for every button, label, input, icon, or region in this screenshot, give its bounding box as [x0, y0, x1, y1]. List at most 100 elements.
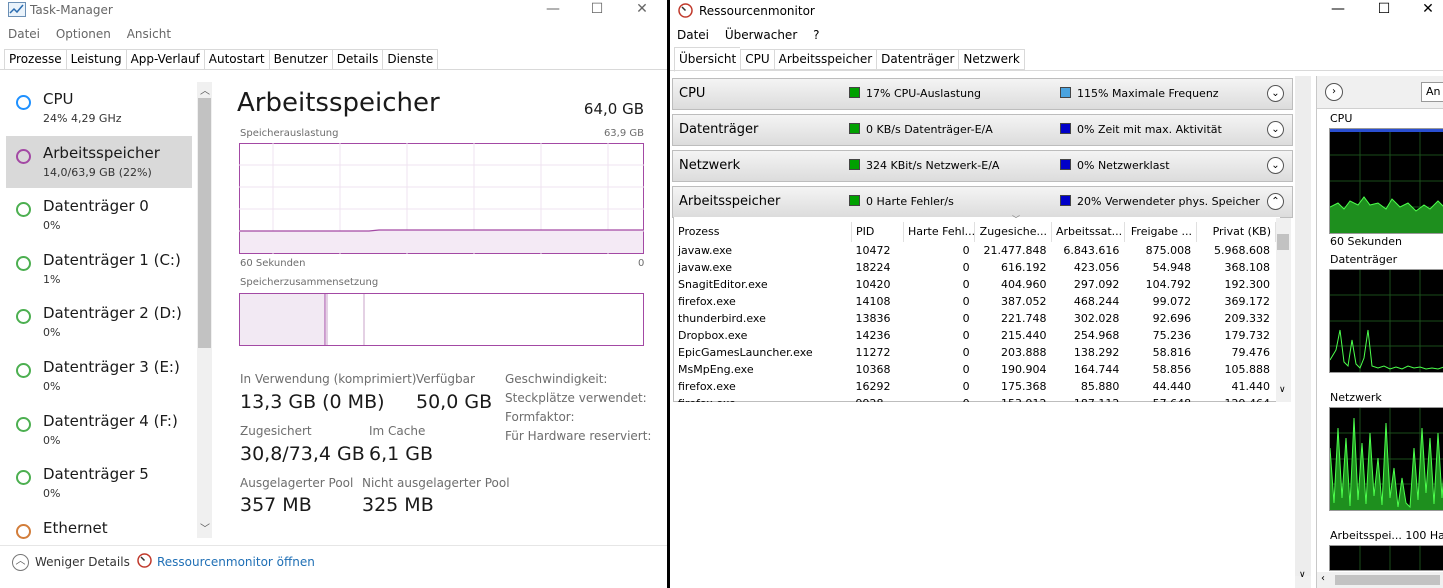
sidebar-item-2[interactable]: Arbeitsspeicher 14,0/63,9 GB (22%) — [6, 136, 192, 188]
chevron-icon[interactable]: ⌄ — [1267, 121, 1284, 138]
section-header-3[interactable]: Netzwerk 324 KBit/s Netzwerk-E/A 0% Netzwe… — [672, 150, 1293, 182]
scrollbar-thumb[interactable] — [1295, 76, 1311, 576]
task-manager-window: Task-Manager — ☐ ✕ Datei Optionen Ansich… — [0, 0, 667, 588]
minimize-button[interactable]: — — [531, 0, 575, 20]
chevron-icon[interactable]: ⌄ — [1267, 85, 1284, 102]
main-scrollbar[interactable]: ∨ — [1295, 76, 1311, 588]
scroll-left-icon[interactable]: ‹ — [1321, 573, 1325, 584]
scrollbar-thumb[interactable] — [198, 98, 211, 348]
tab-details[interactable]: Details — [331, 49, 383, 70]
graph-panel-hscrollbar[interactable]: ‹ — [1317, 572, 1443, 588]
column-header-7[interactable]: Privat (KB) — [1197, 222, 1276, 242]
tab-autostart[interactable]: Autostart — [203, 49, 269, 70]
sidebar-item-7[interactable]: Datenträger 4 (F:) 0% — [6, 404, 192, 456]
menu-optionen[interactable]: Optionen — [56, 27, 111, 41]
table-row[interactable]: Dropbox.exe 14236 0 215.440 254.968 75.236 179… — [674, 327, 1274, 344]
status-circle-icon — [16, 363, 31, 378]
open-resource-monitor-link[interactable]: Ressourcenmonitor öffnen — [157, 555, 315, 569]
table-cell: 616.192 — [1001, 261, 1047, 274]
menu-ansicht[interactable]: Ansicht — [127, 27, 171, 41]
menu-datei[interactable]: Datei — [677, 28, 709, 42]
column-header-2[interactable]: PID — [852, 222, 904, 242]
close-button[interactable]: ✕ — [620, 0, 664, 20]
scroll-down-icon[interactable]: ∨ — [1279, 385, 1286, 395]
maximize-button[interactable]: ☐ — [575, 0, 619, 20]
table-row[interactable]: SnagitEditor.exe 10420 0 404.960 297.092 104.… — [674, 276, 1274, 293]
tab-uebersicht[interactable]: Übersicht — [674, 47, 741, 72]
table-row[interactable]: javaw.exe 10472 0 21.477.848 6.843.616 875.00… — [674, 242, 1274, 259]
table-cell: 11272 — [855, 346, 891, 359]
indicator-1: 0 Harte Fehler/s — [849, 195, 954, 208]
menu-datei[interactable]: Datei — [8, 27, 40, 41]
tab-prozesse[interactable]: Prozesse — [4, 49, 66, 70]
tab-netzwerk[interactable]: Netzwerk — [958, 49, 1025, 70]
table-cell: 85.880 — [1080, 380, 1120, 393]
chevron-icon[interactable]: ⌃ — [1267, 193, 1284, 210]
table-row[interactable]: firefox.exe 16292 0 175.368 85.880 44.440 41.4… — [674, 378, 1274, 395]
menu-ueberwacher[interactable]: Überwacher — [725, 28, 797, 42]
column-header-6[interactable]: Freigabe ... — [1125, 222, 1197, 242]
expand-arrow-icon[interactable]: › — [1325, 83, 1343, 101]
table-cell: 5.968.608 — [1214, 244, 1270, 257]
table-cell: 190.904 — [1001, 363, 1047, 376]
table-cell: EpicGamesLauncher.exe — [678, 346, 813, 359]
scroll-down-icon[interactable]: ﹀ — [200, 520, 210, 535]
scroll-down-icon[interactable]: ∨ — [1299, 570, 1306, 580]
minimize-button[interactable]: — — [1316, 0, 1360, 20]
section-header-4[interactable]: Arbeitsspeicher 0 Harte Fehler/s 20% Verwe… — [672, 186, 1293, 218]
fewer-details-link[interactable]: Weniger Details — [35, 555, 130, 569]
collapse-chevron-icon[interactable]: ︿ — [12, 554, 29, 571]
sidebar-item-label: Datenträger 3 (E:) — [43, 358, 180, 376]
tab-arbeitsspeicher[interactable]: Arbeitsspeicher — [773, 49, 877, 70]
table-cell: 10420 — [855, 278, 891, 291]
table-cell: 0 — [962, 380, 970, 393]
nonpaged-pool-value: 325 MB — [362, 494, 434, 516]
table-cell: 41.440 — [1231, 380, 1271, 393]
table-row[interactable]: firefox.exe 14108 0 387.052 468.244 99.072 369… — [674, 293, 1274, 310]
table-row[interactable]: thunderbird.exe 13836 0 221.748 302.028 92.69… — [674, 310, 1274, 327]
sidebar-item-sublabel: 14,0/63,9 GB (22%) — [43, 166, 152, 179]
section-header-2[interactable]: Datenträger 0 KB/s Datenträger-E/A 0% Zeit… — [672, 114, 1293, 146]
table-row[interactable]: EpicGamesLauncher.exe 11272 0 203.888 138.29… — [674, 344, 1274, 361]
tab-app-verlauf[interactable]: App-Verlauf — [125, 49, 204, 70]
tab-benutzer[interactable]: Benutzer — [268, 49, 332, 70]
disk-graph — [1329, 269, 1443, 373]
indicator-swatch — [1060, 123, 1071, 134]
column-header-5[interactable]: Arbeitssat... — [1052, 222, 1125, 242]
table-row[interactable]: MsMpEng.exe 10368 0 190.904 164.744 58.856 105… — [674, 361, 1274, 378]
sidebar-item-3[interactable]: Datenträger 0 0% — [6, 189, 192, 241]
sidebar-item-sublabel: 24% 4,29 GHz — [43, 112, 122, 125]
tab-leistung[interactable]: Leistung — [65, 49, 126, 70]
sidebar-item-6[interactable]: Datenträger 3 (E:) 0% — [6, 350, 192, 402]
sort-indicator-icon: ﹀ — [1012, 215, 1020, 224]
table-cell: 221.748 — [1001, 312, 1047, 325]
window-title: Task-Manager — [30, 3, 113, 17]
section-header-1[interactable]: CPU 17% CPU-Auslastung 115% Maximale Frequ… — [672, 78, 1293, 110]
table-row[interactable]: firefox.exe99280153.912187.11257.648129.… — [674, 395, 1274, 402]
tab-dienste[interactable]: Dienste — [382, 49, 439, 70]
chevron-icon[interactable]: ⌄ — [1267, 157, 1284, 174]
memory-graph-label: Arbeitsspei... 100 Ha — [1330, 529, 1443, 542]
close-button[interactable]: ✕ — [1406, 0, 1443, 20]
maximize-button[interactable]: ☐ — [1362, 0, 1406, 20]
scroll-up-icon[interactable]: ︿ — [200, 82, 210, 97]
column-header-3[interactable]: Harte Fehl... — [904, 222, 975, 242]
process-table-scrollbar[interactable]: ∨ — [1276, 218, 1291, 402]
graph-panel-toolbar: › An — [1317, 76, 1443, 109]
sidebar-item-4[interactable]: Datenträger 1 (C:) 1% — [6, 243, 192, 295]
sidebar-scrollbar[interactable]: ︿ ﹀ — [197, 82, 212, 538]
tab-datentraeger[interactable]: Datenträger — [876, 49, 959, 70]
tab-cpu[interactable]: CPU — [740, 49, 774, 70]
view-dropdown[interactable]: An — [1421, 82, 1443, 102]
tab-bar: Prozesse Leistung App-Verlauf Autostart … — [4, 49, 439, 70]
column-header-1[interactable]: Prozess — [674, 222, 852, 242]
table-row[interactable]: javaw.exe 18224 0 616.192 423.056 54.948 368.1… — [674, 259, 1274, 276]
scrollbar-thumb[interactable] — [1277, 234, 1289, 250]
scrollbar-thumb[interactable] — [1335, 575, 1440, 585]
column-header-4[interactable]: Zugesiche... — [975, 222, 1052, 242]
sidebar-item-1[interactable]: CPU 24% 4,29 GHz — [6, 82, 192, 134]
sidebar-item-8[interactable]: Datenträger 5 0% — [6, 457, 192, 509]
sidebar-item-5[interactable]: Datenträger 2 (D:) 0% — [6, 296, 192, 348]
indicator-2: 20% Verwendeter phys. Speicher — [1060, 195, 1260, 208]
menu-help[interactable]: ? — [813, 28, 819, 42]
